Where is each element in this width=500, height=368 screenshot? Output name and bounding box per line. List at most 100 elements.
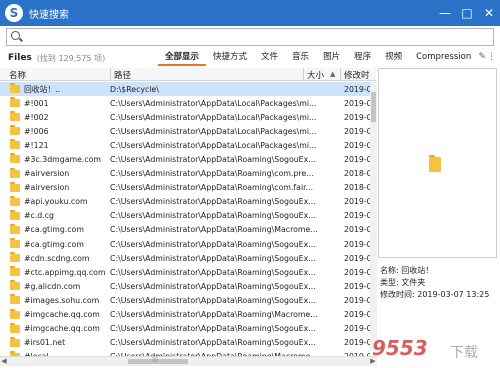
folder-icon bbox=[10, 167, 20, 178]
table-row[interactable]: #cdn.scdng.com C:\Users\Administrator\App… bbox=[0, 251, 370, 265]
column-separator[interactable] bbox=[110, 68, 111, 81]
folder-icon bbox=[10, 238, 20, 249]
row-path: D:\$Recycle\ bbox=[110, 84, 159, 94]
table-row[interactable]: #imgcache.qq.com C:\Users\Administrator\A… bbox=[0, 322, 370, 336]
column-size[interactable]: 大小 bbox=[307, 69, 324, 81]
folder-icon bbox=[10, 111, 20, 122]
column-separator[interactable] bbox=[303, 68, 304, 81]
column-path[interactable]: 路径 bbox=[114, 69, 131, 81]
folder-icon bbox=[10, 139, 20, 150]
horizontal-scroll-thumb[interactable] bbox=[128, 356, 188, 364]
tab-compression[interactable]: Compression bbox=[409, 50, 478, 66]
row-name: #imgcache.qq.com bbox=[24, 324, 100, 334]
row-modified: 2019-04 bbox=[344, 310, 370, 320]
row-name: #airversion bbox=[24, 183, 70, 193]
table-row[interactable]: #airversion C:\Users\Administrator\AppDat… bbox=[0, 181, 370, 195]
table-row[interactable]: #!001 C:\Users\Administrator\AppData\Loca… bbox=[0, 96, 370, 110]
detail-type-label: 类型: bbox=[380, 278, 399, 287]
more-icon[interactable]: ⋮ bbox=[487, 52, 496, 62]
details-panel: 名称: 回收站！ 类型: 文件夹 修改时间: 2019-03-07 13:25 bbox=[380, 265, 498, 301]
row-name: #!002 bbox=[24, 112, 49, 122]
file-list: 回收站！.. D:\$Recycle\ 2019-03 #!001 C:\Users\A… bbox=[0, 82, 370, 356]
row-path: C:\Users\Administrator\AppData\Roaming\S… bbox=[110, 253, 316, 263]
folder-icon bbox=[10, 252, 20, 263]
column-name[interactable]: 名称 bbox=[9, 69, 26, 81]
row-modified: 2019-04 bbox=[344, 324, 370, 334]
table-row[interactable]: #imgcache.qq.com C:\Users\Administrator\A… bbox=[0, 308, 370, 322]
table-row[interactable]: #ctc.appimg.qq.com C:\Users\Administrator… bbox=[0, 265, 370, 279]
row-name: #airversion bbox=[24, 169, 70, 179]
folder-icon bbox=[10, 153, 20, 164]
row-path: C:\Users\Administrator\AppData\Local\Pac… bbox=[110, 112, 317, 122]
row-name: #imgcache.qq.com bbox=[24, 310, 100, 320]
search-bar bbox=[6, 28, 494, 46]
tab-documents[interactable]: 文件 bbox=[254, 50, 285, 66]
table-row[interactable]: #irs01.net C:\Users\Administrator\AppData… bbox=[0, 336, 370, 350]
row-modified: 2019-04 bbox=[344, 267, 370, 277]
table-row[interactable]: #airversion C:\Users\Administrator\AppDat… bbox=[0, 167, 370, 181]
row-name: #api.youku.com bbox=[24, 197, 88, 207]
row-modified: 2019-04 bbox=[344, 211, 370, 221]
vertical-scroll-thumb[interactable] bbox=[371, 92, 376, 122]
preview-pane bbox=[378, 68, 497, 258]
table-row[interactable]: #3c.3dmgame.com C:\Users\Administrator\Ap… bbox=[0, 152, 370, 166]
tab-videos[interactable]: 视频 bbox=[378, 50, 409, 66]
row-name: #cdn.scdng.com bbox=[24, 253, 90, 263]
table-header: 名称 路径 大小 ▲ 修改时 bbox=[0, 68, 376, 81]
table-row[interactable]: #ca.gtimg.com C:\Users\Administrator\AppD… bbox=[0, 237, 370, 251]
row-path: C:\Users\Administrator\AppData\Roaming\S… bbox=[110, 155, 316, 165]
detail-type: 类型: 文件夹 bbox=[380, 277, 498, 289]
table-row[interactable]: #g.alicdn.com C:\Users\Administrator\AppD… bbox=[0, 279, 370, 293]
folder-icon bbox=[10, 83, 20, 93]
table-row[interactable]: #!121 C:\Users\Administrator\AppData\Loca… bbox=[0, 138, 370, 152]
tab-shortcuts[interactable]: 快捷方式 bbox=[206, 50, 254, 66]
tab-all[interactable]: 全部显示 bbox=[158, 50, 207, 66]
tab-programs[interactable]: 程序 bbox=[347, 50, 378, 66]
row-path: C:\Users\Administrator\AppData\Roaming\c… bbox=[110, 169, 314, 179]
row-modified: 2019-04 bbox=[344, 239, 370, 249]
minimize-icon[interactable]: — bbox=[434, 0, 456, 26]
table-row[interactable]: 回收站！.. D:\$Recycle\ 2019-03 bbox=[0, 82, 370, 97]
row-path: C:\Users\Administrator\AppData\Local\Pac… bbox=[110, 140, 317, 150]
table-row[interactable]: #!006 C:\Users\Administrator\AppData\Loca… bbox=[0, 124, 370, 138]
maximize-icon[interactable]: □ bbox=[456, 0, 478, 26]
row-path: C:\Users\Administrator\AppData\Roaming\S… bbox=[110, 267, 316, 277]
row-modified: 2019-03 bbox=[344, 84, 370, 94]
row-name: #!006 bbox=[24, 126, 49, 136]
row-path: C:\Users\Administrator\AppData\Roaming\S… bbox=[110, 295, 316, 305]
row-name: #!121 bbox=[24, 140, 49, 150]
row-modified: 2019-04 bbox=[344, 197, 370, 207]
row-modified: 2018-09 bbox=[344, 183, 370, 193]
search-input[interactable] bbox=[27, 30, 493, 44]
folder-icon bbox=[10, 209, 20, 220]
horizontal-scrollbar[interactable]: ◀ ▶ bbox=[0, 356, 377, 366]
folder-icon bbox=[10, 125, 20, 136]
row-modified: 2019-04 bbox=[344, 253, 370, 263]
folder-icon bbox=[429, 155, 441, 172]
edit-icon[interactable]: ✎ bbox=[478, 52, 486, 62]
row-modified: 2019-04 bbox=[344, 155, 370, 165]
detail-mtime-value: 2019-03-07 13:25 bbox=[417, 290, 490, 299]
row-name: #irs01.net bbox=[24, 338, 66, 348]
row-name: #3c.3dmgame.com bbox=[24, 155, 102, 165]
folder-icon bbox=[10, 223, 20, 234]
row-path: C:\Users\Administrator\AppData\Roaming\S… bbox=[110, 281, 316, 291]
table-row[interactable]: #c.d.cg C:\Users\Administrator\AppData\Ro… bbox=[0, 209, 370, 223]
row-modified: 2019-04 bbox=[344, 98, 370, 108]
row-path: C:\Users\Administrator\AppData\Local\Pac… bbox=[110, 126, 317, 136]
row-name: #ca.gtimg.com bbox=[24, 225, 84, 235]
table-row[interactable]: #images.sohu.com C:\Users\Administrator\A… bbox=[0, 293, 370, 307]
table-row[interactable]: #ca.gtimg.com C:\Users\Administrator\AppD… bbox=[0, 223, 370, 237]
vertical-scrollbar[interactable] bbox=[370, 82, 377, 350]
scroll-left-icon[interactable]: ◀ bbox=[0, 357, 8, 365]
column-modified[interactable]: 修改时 bbox=[344, 69, 370, 81]
column-separator[interactable] bbox=[340, 68, 341, 81]
tab-pictures[interactable]: 图片 bbox=[316, 50, 347, 66]
folder-icon bbox=[10, 195, 20, 206]
row-name: #g.alicdn.com bbox=[24, 281, 81, 291]
table-row[interactable]: #api.youku.com C:\Users\Administrator\App… bbox=[0, 195, 370, 209]
close-icon[interactable]: ✕ bbox=[478, 0, 500, 26]
tab-music[interactable]: 音乐 bbox=[285, 50, 316, 66]
table-row[interactable]: #!002 C:\Users\Administrator\AppData\Loca… bbox=[0, 110, 370, 124]
row-path: C:\Users\Administrator\AppData\Local\Pac… bbox=[110, 98, 317, 108]
